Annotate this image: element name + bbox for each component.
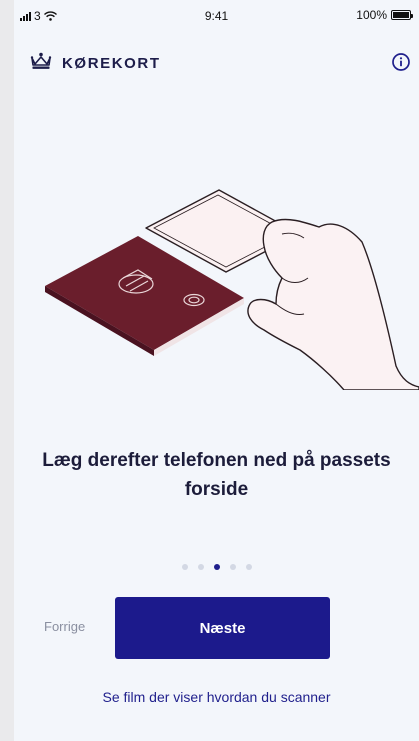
hand-image — [247, 218, 419, 390]
battery-icon — [391, 10, 413, 20]
status-right: 100% — [356, 8, 413, 22]
page-dot — [197, 564, 204, 570]
watch-film-link[interactable]: Se film der viser hvordan du scanner — [14, 689, 419, 705]
next-button[interactable]: Næste — [115, 597, 330, 659]
previous-button[interactable]: Forrige — [44, 619, 85, 634]
app-header: KØREKORT — [14, 44, 419, 80]
page-dot — [181, 564, 188, 570]
page-dot-active — [213, 564, 220, 570]
page-dot — [229, 564, 236, 570]
page-dot — [245, 564, 252, 570]
crown-icon — [30, 52, 52, 69]
passport-phone-illustration — [45, 189, 419, 390]
app-title: KØREKORT — [62, 55, 161, 72]
info-icon[interactable] — [389, 50, 413, 74]
app-screen: 3 9:41 100% KØREKORT Læg derefter telefo… — [14, 0, 419, 741]
battery-percent: 100% — [356, 8, 387, 22]
page-indicator — [14, 564, 419, 570]
instruction-heading: Læg derefter telefonen ned på passets fo… — [42, 450, 391, 500]
status-bar: 3 9:41 100% — [14, 0, 419, 34]
